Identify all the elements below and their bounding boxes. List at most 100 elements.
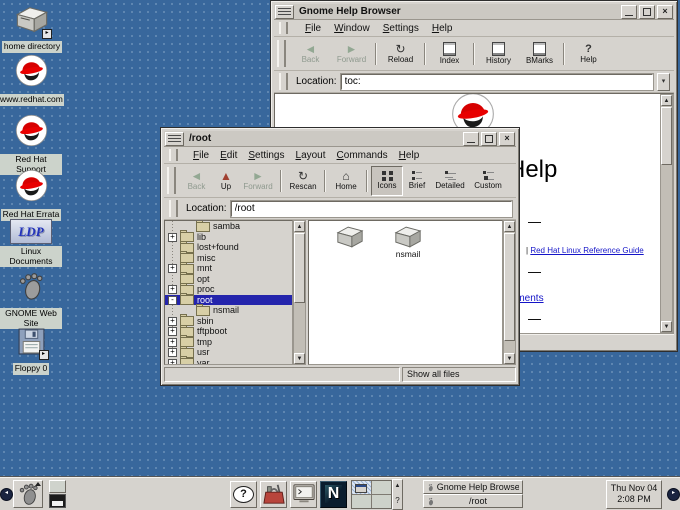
tree-expander-icon[interactable]: + xyxy=(168,359,177,366)
window-menu-icon[interactable] xyxy=(275,5,294,19)
scroll-down-icon[interactable] xyxy=(504,353,515,364)
reload-button[interactable]: ↻Reload xyxy=(380,40,421,68)
menu-window[interactable]: Window xyxy=(334,23,370,34)
desktop-icon-floppy[interactable]: Floppy 0 xyxy=(0,327,62,375)
applet-question-icon[interactable]: ? xyxy=(395,496,399,505)
panel-hide-right-icon[interactable]: ▸ xyxy=(667,488,680,501)
location-input[interactable] xyxy=(341,74,653,90)
netscape-launcher[interactable]: N xyxy=(320,481,347,508)
icons-view-button[interactable]: Icons xyxy=(371,166,403,196)
scrollbar-thumb[interactable] xyxy=(294,233,305,303)
clock-applet[interactable]: Thu Nov 04 2:08 PM xyxy=(606,480,662,509)
scrollbar-thumb[interactable] xyxy=(661,107,672,165)
task-help-browser[interactable]: Gnome Help Browser xyxy=(423,480,523,494)
menu-help[interactable]: Help xyxy=(432,23,453,34)
desktop-icon-ldp[interactable]: LDP Linux Documents xyxy=(0,219,62,267)
history-button[interactable]: History xyxy=(478,40,519,68)
desktop-icon-www-redhat-com[interactable]: www.redhat.com xyxy=(0,54,62,106)
scroll-down-icon[interactable] xyxy=(661,321,672,332)
help-button[interactable]: ?Help xyxy=(568,40,609,68)
tree-expander-icon[interactable]: + xyxy=(168,327,177,336)
main-menu-button[interactable] xyxy=(13,480,43,508)
tree-expander-icon[interactable]: + xyxy=(168,264,177,273)
minimize-button[interactable] xyxy=(463,132,479,146)
back-button[interactable]: ◄Back xyxy=(290,40,331,68)
close-button[interactable] xyxy=(657,5,673,19)
detailed-view-button[interactable]: Detailed xyxy=(431,167,469,195)
task-root-folder[interactable]: /root xyxy=(423,494,523,508)
scroll-up-icon[interactable] xyxy=(504,221,515,232)
desk-guide-grid[interactable] xyxy=(351,480,392,509)
desk-applet-top-icon[interactable] xyxy=(49,480,66,493)
tree-expander-icon[interactable]: + xyxy=(168,285,177,294)
index-button[interactable]: Index xyxy=(429,40,470,68)
scroll-down-icon[interactable] xyxy=(294,353,305,364)
workspace-3[interactable] xyxy=(352,495,371,508)
tree-expander-icon[interactable]: + xyxy=(168,338,177,347)
menubar-grip[interactable] xyxy=(279,22,288,34)
tree-expander-icon[interactable]: + xyxy=(168,233,177,242)
forward-button[interactable]: ►Forward xyxy=(331,40,372,68)
workspace-1-active[interactable] xyxy=(352,481,371,494)
help-vertical-scrollbar[interactable] xyxy=(660,94,673,333)
file-titlebar[interactable]: /root xyxy=(164,131,516,147)
tree-expander-icon[interactable]: - xyxy=(168,296,177,305)
location-dropdown-icon[interactable] xyxy=(657,73,670,91)
scrollbar-thumb[interactable] xyxy=(504,233,515,341)
toolbar-grip[interactable] xyxy=(167,167,176,194)
desktop-icon-red-hat-support[interactable]: Red Hat Support xyxy=(0,114,62,175)
up-button[interactable]: ▲Up xyxy=(213,167,239,195)
menu-settings[interactable]: Settings xyxy=(383,23,419,34)
menu-help[interactable]: Help xyxy=(399,150,420,161)
home-button[interactable]: ⌂Home xyxy=(329,167,363,195)
tree-item[interactable]: +var xyxy=(165,358,292,366)
scroll-up-icon[interactable] xyxy=(661,95,672,106)
minimize-button[interactable] xyxy=(621,5,637,19)
menubar-grip[interactable] xyxy=(169,149,178,161)
menu-layout[interactable]: Layout xyxy=(296,150,326,161)
panel-hide-left-icon[interactable]: ◂ xyxy=(0,488,13,501)
desk-applet[interactable] xyxy=(49,480,66,508)
file-icon-pane[interactable]: nsmail xyxy=(308,220,503,365)
rescan-button[interactable]: ↻Rescan xyxy=(285,167,321,195)
workspace-2[interactable] xyxy=(372,481,391,494)
configuration-launcher[interactable] xyxy=(260,481,287,508)
desktop-icon-gnome-web-site[interactable]: GNOME Web Site xyxy=(0,271,62,329)
terminal-launcher[interactable] xyxy=(290,481,317,508)
tree-scrollbar[interactable] xyxy=(293,220,306,365)
maximize-button[interactable] xyxy=(481,132,497,146)
desk-guide-controls[interactable]: ▲ ? xyxy=(392,479,403,510)
menu-commands[interactable]: Commands xyxy=(337,150,388,161)
file-item[interactable] xyxy=(323,224,377,249)
menu-settings[interactable]: Settings xyxy=(248,150,284,161)
help-titlebar[interactable]: Gnome Help Browser xyxy=(274,4,674,20)
scroll-up-icon[interactable] xyxy=(294,221,305,232)
desktop-icon-home-directory[interactable]: home directory xyxy=(1,4,63,53)
locationbar-grip[interactable] xyxy=(169,200,178,217)
desktop-icon-red-hat-errata[interactable]: Red Hat Errata xyxy=(0,169,62,221)
help-launcher[interactable]: ? xyxy=(230,481,257,508)
desk-applet-bottom-icon[interactable] xyxy=(49,494,66,508)
reference-guide-link[interactable]: Red Hat Linux Reference Guide xyxy=(530,246,643,255)
workspace-4[interactable] xyxy=(372,495,391,508)
pane-scrollbar[interactable] xyxy=(503,220,516,365)
custom-view-button[interactable]: Custom xyxy=(469,167,507,195)
desk-guide-applet[interactable]: ▲ ? xyxy=(351,479,403,510)
applet-arrow-icon[interactable]: ▲ xyxy=(395,483,401,489)
menu-file[interactable]: File xyxy=(193,150,209,161)
forward-button[interactable]: ►Forward xyxy=(239,167,277,195)
tree-item-selected[interactable]: -root xyxy=(165,295,292,306)
tree-expander-icon[interactable]: + xyxy=(168,348,177,357)
back-button[interactable]: ◄Back xyxy=(180,167,213,195)
menu-edit[interactable]: Edit xyxy=(220,150,237,161)
toolbar-grip[interactable] xyxy=(277,40,286,67)
menu-file[interactable]: File xyxy=(305,23,321,34)
window-menu-icon[interactable] xyxy=(165,132,184,146)
tree-expander-icon[interactable]: + xyxy=(168,317,177,326)
locationbar-grip[interactable] xyxy=(279,73,288,90)
maximize-button[interactable] xyxy=(639,5,655,19)
brief-view-button[interactable]: Brief xyxy=(403,167,431,195)
close-button[interactable] xyxy=(499,132,515,146)
file-item[interactable]: nsmail xyxy=(381,224,435,259)
bookmarks-button[interactable]: BMarks xyxy=(519,40,560,68)
